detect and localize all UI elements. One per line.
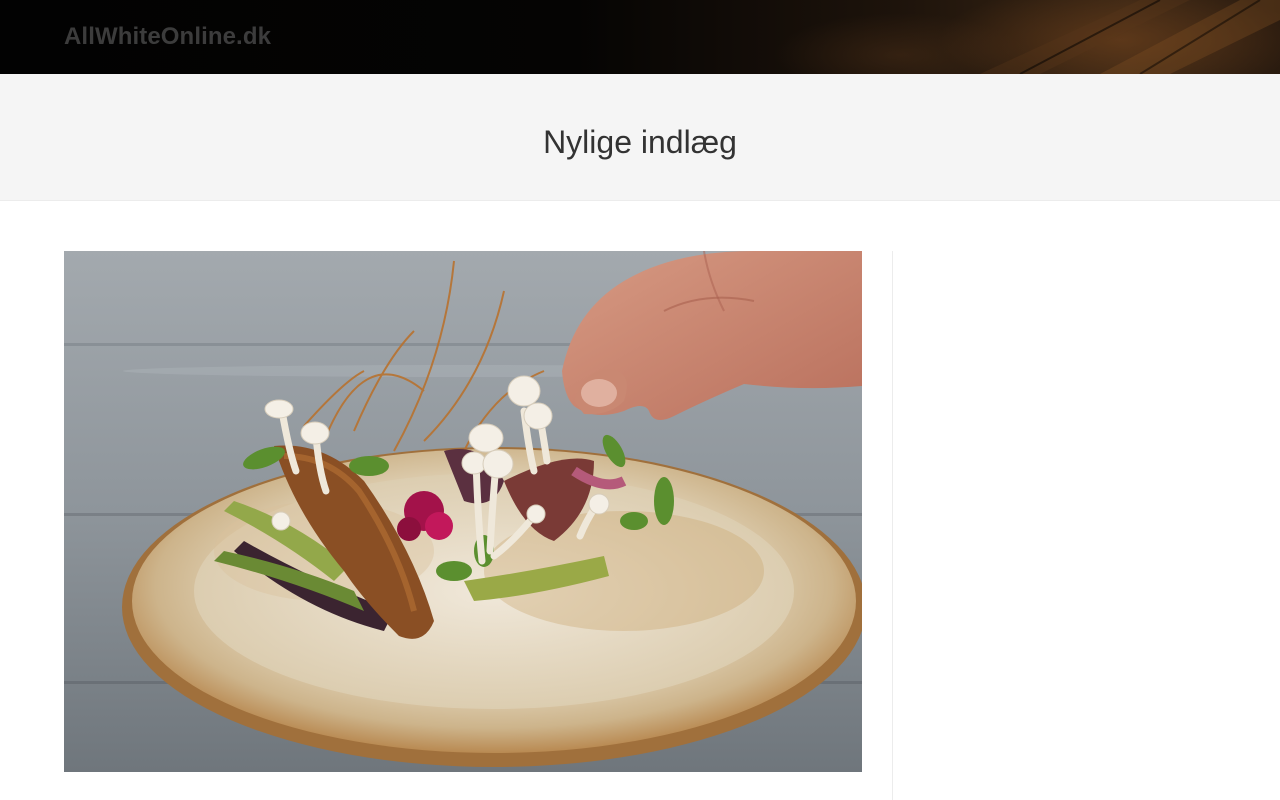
header-background-image [980,0,1280,74]
post-card [64,251,862,772]
site-title-link[interactable]: AllWhiteOnline.dk [64,22,271,52]
post-thumbnail-link[interactable] [64,251,862,772]
post-thumbnail-image [64,251,862,772]
main-content [64,251,862,772]
sidebar [893,251,1216,800]
page-title: Nylige indlæg [543,124,737,160]
site-header: AllWhiteOnline.dk [0,0,1280,74]
page-header: Nylige indlæg [0,74,1280,201]
